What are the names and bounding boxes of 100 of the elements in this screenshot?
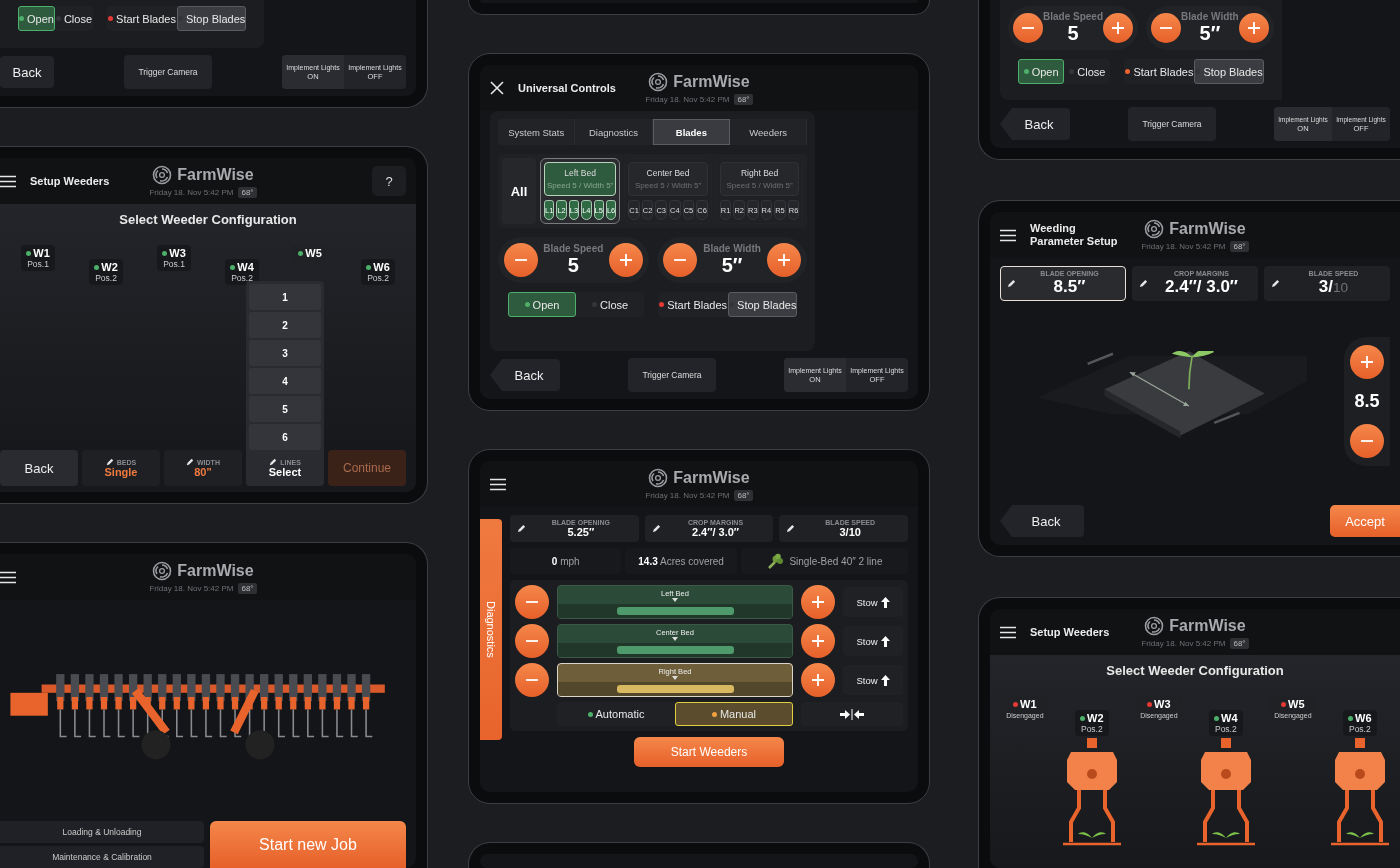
plus-icon	[618, 253, 633, 267]
back-button[interactable]: Back	[490, 359, 560, 391]
toggle-option[interactable]: Start Blades	[107, 6, 177, 31]
mode-option[interactable]: Automatic	[557, 702, 675, 726]
toggle-option[interactable]: Open	[1018, 59, 1065, 84]
toggle-option[interactable]: Close	[576, 292, 645, 317]
tab[interactable]: Blades	[652, 119, 731, 145]
close-icon[interactable]	[490, 81, 504, 95]
plus-button[interactable]	[608, 243, 643, 277]
caret-icon	[672, 676, 678, 680]
plus-button[interactable]	[1238, 13, 1269, 43]
camera-button[interactable]: Trigger Camera	[628, 358, 716, 392]
camera-button[interactable]: Trigger Camera	[124, 55, 212, 89]
pencil-icon	[1139, 279, 1148, 288]
back-button[interactable]: Back	[0, 56, 54, 88]
brand-name: FarmWise	[1169, 616, 1246, 635]
bed-button[interactable]: Center Bed Speed 5 / Width 5”	[628, 162, 708, 196]
arrows-inward-icon	[840, 708, 864, 720]
stepper-label: Blade Speed	[1043, 11, 1104, 22]
plus-button[interactable]	[801, 585, 835, 619]
toggle-option[interactable]: Stop Blades	[728, 292, 798, 317]
plus-icon	[811, 634, 825, 648]
weeder-label[interactable]: W3 Pos.1	[157, 245, 191, 271]
weeder-name: W6	[373, 261, 390, 273]
dropdown-option[interactable]: 4	[249, 368, 321, 394]
minus-button[interactable]	[504, 243, 538, 277]
date-time: Friday 18. Nov 5:42 PM	[645, 94, 730, 104]
dropdown-option[interactable]: 6	[249, 424, 321, 450]
minus-button[interactable]	[515, 663, 549, 697]
minus-button[interactable]	[1151, 13, 1182, 43]
tab[interactable]: Diagnostics	[575, 119, 653, 145]
toggle-option[interactable]: Stop Blades	[176, 6, 247, 31]
mode-option[interactable]: Manual	[675, 702, 793, 726]
plus-button[interactable]	[801, 624, 835, 658]
screen-title: Setup Weeders	[30, 175, 110, 187]
stow-button[interactable]: Stow	[843, 665, 903, 695]
menu-icon[interactable]	[1000, 625, 1016, 639]
temperature-badge: 68°	[238, 186, 257, 198]
center-button[interactable]	[801, 702, 903, 726]
pencil-icon	[651, 524, 661, 533]
weeder-name: W1	[33, 247, 50, 259]
dropdown-option[interactable]: 5	[249, 396, 321, 422]
back-button[interactable]: Back	[0, 450, 78, 486]
toggle-option[interactable]: Open	[18, 6, 55, 31]
plus-icon	[1360, 354, 1374, 369]
menu-icon[interactable]	[0, 174, 16, 188]
stow-button[interactable]: Stow	[843, 626, 903, 656]
toggle-option[interactable]: Stop Blades	[1194, 59, 1264, 84]
weeder-label[interactable]: W6 Pos.2	[1343, 710, 1377, 736]
plus-icon	[811, 595, 825, 609]
tab[interactable]: System Stats	[498, 119, 576, 145]
toggle-option[interactable]: Start Blades	[1124, 59, 1195, 84]
plus-button[interactable]	[1103, 13, 1134, 43]
back-button[interactable]: Back	[1000, 108, 1070, 140]
bed-button[interactable]: Left Bed Speed 5 / Width 5”	[544, 162, 617, 196]
minus-button[interactable]	[515, 585, 549, 619]
stepper-value: 8.5	[1354, 390, 1380, 412]
weeder-name: W5	[1288, 698, 1305, 710]
all-beds-button[interactable]: All	[502, 158, 536, 224]
weeder-label[interactable]: W1 Pos.1	[21, 245, 55, 271]
menu-button[interactable]: Loading & Unloading	[0, 821, 204, 843]
weeder-label[interactable]: W2 Pos.2	[1075, 710, 1109, 736]
weeder-name: W2	[101, 261, 118, 273]
toggle-option[interactable]: Start Blades	[658, 292, 729, 317]
plus-icon	[811, 673, 825, 687]
stepper-label: Blade Width	[1181, 11, 1239, 22]
brand-name: FarmWise	[177, 165, 254, 184]
plus-button[interactable]	[767, 243, 802, 277]
plus-icon	[1246, 21, 1261, 35]
minus-button[interactable]	[1013, 13, 1043, 43]
minus-button[interactable]	[515, 624, 549, 658]
toggle-option[interactable]: Close	[54, 6, 94, 31]
back-button[interactable]: Back	[1000, 505, 1084, 537]
dropdown-option[interactable]: 2	[249, 312, 321, 338]
menu-icon[interactable]	[1000, 228, 1016, 242]
plus-button[interactable]	[801, 663, 835, 697]
bed-button[interactable]: Right Bed Speed 5 / Width 5”	[719, 162, 800, 196]
toggle-option[interactable]: Open	[508, 292, 577, 317]
minus-button[interactable]	[662, 243, 697, 277]
caret-icon	[672, 637, 678, 641]
weeder-name: W3	[169, 247, 186, 259]
weeder-label[interactable]: W2 Pos.2	[89, 259, 123, 285]
weeder-label[interactable]: W4 Pos.2	[225, 259, 259, 285]
weeder-label[interactable]: W4 Pos.2	[1209, 710, 1243, 736]
dropdown-option[interactable]: 3	[249, 340, 321, 366]
stow-button[interactable]: Stow	[843, 587, 903, 617]
menu-icon[interactable]	[0, 570, 16, 584]
dropdown-option[interactable]: 1	[249, 284, 321, 310]
menu-icon[interactable]	[490, 477, 506, 491]
menu-button[interactable]: Maintenance & Calibration	[0, 846, 204, 868]
help-button[interactable]: ?	[372, 166, 406, 196]
logo-icon	[152, 164, 173, 185]
camera-button[interactable]: Trigger Camera	[1128, 107, 1216, 141]
tab[interactable]: Weeders	[730, 119, 808, 145]
logo-icon	[648, 467, 669, 488]
toggle-option[interactable]: Close	[1064, 59, 1111, 84]
weeder-label[interactable]: W6 Pos.2	[361, 259, 395, 285]
plus-button[interactable]	[1350, 344, 1384, 379]
weeder-label[interactable]: W5	[293, 245, 327, 261]
minus-button[interactable]	[1350, 423, 1384, 458]
